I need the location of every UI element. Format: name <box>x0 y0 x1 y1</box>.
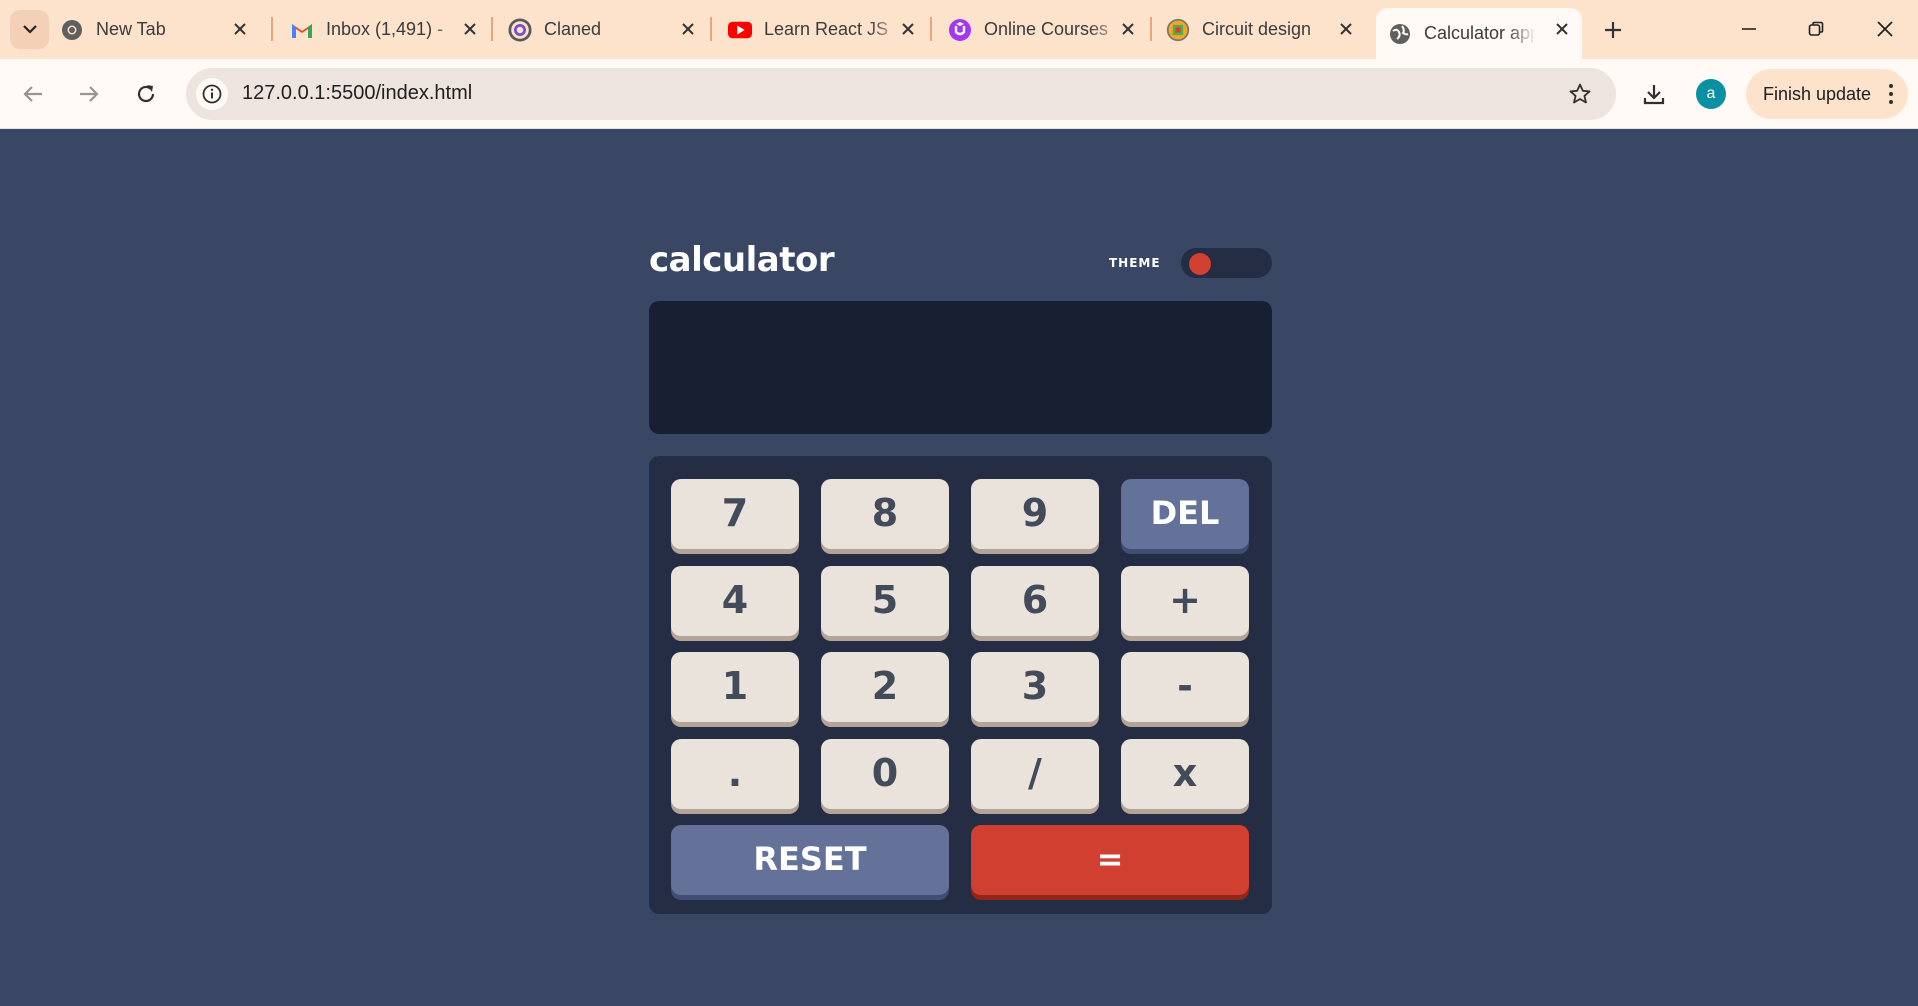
chevron-down-icon <box>22 25 37 34</box>
arrow-right-icon <box>80 86 99 102</box>
minimize-icon <box>1742 28 1756 30</box>
restore-icon <box>1808 21 1824 36</box>
bookmark-star-icon[interactable] <box>1566 80 1594 108</box>
key-3[interactable]: 3 <box>971 652 1099 722</box>
theme-label: THEME <box>1109 256 1161 270</box>
restore-button[interactable] <box>1801 14 1831 44</box>
tab-online-courses[interactable]: Online Courses <box>948 0 1148 59</box>
arrow-left-icon <box>23 86 42 102</box>
minimize-button[interactable] <box>1734 14 1764 44</box>
tab-new-tab[interactable]: New Tab <box>60 0 260 59</box>
app-title: calculator <box>649 240 835 280</box>
close-tab-icon[interactable] <box>1552 19 1572 39</box>
keypad: 7 8 9 DEL 4 5 6 + 1 2 3 - . 0 / x RESET … <box>649 456 1272 914</box>
udemy-icon <box>948 18 972 42</box>
finish-update-label: Finish update <box>1763 83 1872 104</box>
calculator-header: calculator THEME <box>649 240 1272 290</box>
key-1[interactable]: 1 <box>671 652 799 722</box>
close-tab-icon[interactable] <box>1118 19 1138 39</box>
tab-title: Inbox (1,491) - <box>326 19 444 39</box>
chrome-icon <box>60 18 84 42</box>
site-info-icon[interactable] <box>196 78 228 110</box>
tab-title: Online Courses <box>984 19 1109 39</box>
finish-update-button[interactable]: Finish update <box>1746 69 1908 119</box>
globe-icon <box>1388 22 1412 46</box>
theme-toggle-knob[interactable] <box>1189 253 1211 275</box>
reload-button[interactable] <box>128 76 164 112</box>
close-tab-icon[interactable] <box>678 19 698 39</box>
browser-toolbar: 127.0.0.1:5500/index.html a Finish updat… <box>0 59 1918 129</box>
decimal-button[interactable]: . <box>671 739 799 809</box>
key-2[interactable]: 2 <box>821 652 949 722</box>
close-window-button[interactable] <box>1870 14 1900 44</box>
back-button[interactable] <box>15 76 51 112</box>
close-tab-icon[interactable] <box>460 19 480 39</box>
multiply-button[interactable]: x <box>1121 739 1249 809</box>
close-tab-icon[interactable] <box>1336 19 1356 39</box>
divide-button[interactable]: / <box>971 739 1099 809</box>
key-7[interactable]: 7 <box>671 479 799 549</box>
profile-avatar[interactable]: a <box>1696 79 1726 109</box>
more-options-icon <box>1888 84 1894 104</box>
url-text[interactable]: 127.0.0.1:5500/index.html <box>242 82 472 105</box>
theme-toggle[interactable] <box>1181 248 1272 278</box>
close-tab-icon[interactable] <box>898 19 918 39</box>
browser-tab-bar: New Tab Inbox (1,491) - Claned Learn Rea… <box>0 0 1918 59</box>
tab-search-button[interactable] <box>10 10 49 49</box>
close-icon <box>1877 21 1893 37</box>
tab-calculator-app[interactable]: Calculator app <box>1376 8 1582 59</box>
tab-learn-react[interactable]: Learn React JS <box>728 0 928 59</box>
circuit-icon <box>1166 18 1190 42</box>
tab-claned[interactable]: Claned <box>508 0 708 59</box>
add-button[interactable]: + <box>1121 566 1249 636</box>
reset-button[interactable]: RESET <box>671 825 949 895</box>
key-5[interactable]: 5 <box>821 566 949 636</box>
new-tab-button[interactable] <box>1600 17 1626 43</box>
tab-title: Calculator app <box>1424 23 1536 43</box>
calculator-display <box>649 301 1272 434</box>
download-icon <box>1643 85 1665 105</box>
tab-circuit-design[interactable]: Circuit design <box>1166 0 1366 59</box>
key-6[interactable]: 6 <box>971 566 1099 636</box>
plus-icon <box>1605 22 1621 38</box>
delete-button[interactable]: DEL <box>1121 479 1249 549</box>
key-9[interactable]: 9 <box>971 479 1099 549</box>
reload-icon <box>137 85 155 103</box>
calculator-app: calculator THEME 7 8 9 DEL 4 5 6 + 1 2 3… <box>649 240 1272 914</box>
forward-button[interactable] <box>71 76 107 112</box>
close-tab-icon[interactable] <box>230 19 250 39</box>
tab-title: Learn React JS <box>764 19 889 39</box>
tab-title: Claned <box>544 19 602 39</box>
youtube-icon <box>728 18 752 42</box>
equals-button[interactable]: = <box>971 825 1249 895</box>
downloads-button[interactable] <box>1636 76 1672 112</box>
tab-title: New Tab <box>96 19 166 39</box>
key-8[interactable]: 8 <box>821 479 949 549</box>
key-4[interactable]: 4 <box>671 566 799 636</box>
claned-icon <box>508 17 532 42</box>
address-bar[interactable]: 127.0.0.1:5500/index.html <box>186 68 1616 120</box>
key-0[interactable]: 0 <box>821 739 949 809</box>
tab-title: Circuit design <box>1202 19 1312 39</box>
tab-inbox[interactable]: Inbox (1,491) - <box>290 0 490 59</box>
gmail-icon <box>290 18 314 42</box>
subtract-button[interactable]: - <box>1121 652 1249 722</box>
